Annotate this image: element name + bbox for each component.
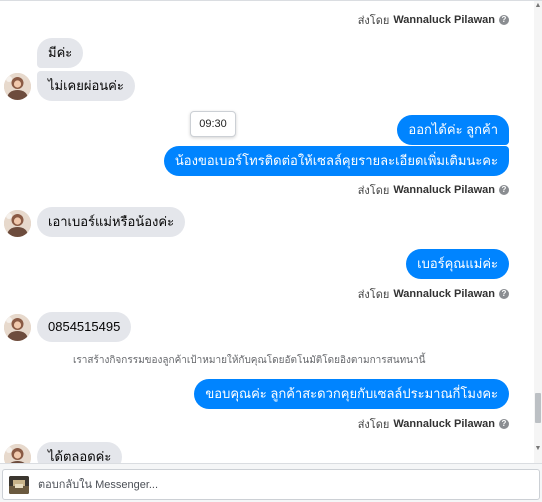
scrollbar-thumb[interactable] — [535, 393, 541, 423]
page-avatar — [9, 476, 29, 494]
outgoing-message[interactable]: ออกได้ค่ะ ลูกค้า — [397, 115, 509, 145]
outgoing-message[interactable]: เบอร์คุณแม่ค่ะ — [406, 249, 509, 279]
reply-box[interactable] — [2, 469, 540, 500]
outgoing-message[interactable]: ขอบคุณค่ะ ลูกค้าสะดวกคุยกับเซลล์ประมาณกี… — [194, 379, 509, 409]
sent-by-label: ส่งโดย Wannaluck Pilawan ? — [358, 415, 509, 433]
incoming-message[interactable]: มีค่ะ — [37, 38, 84, 68]
reply-bar — [0, 463, 542, 502]
help-icon[interactable]: ? — [499, 185, 509, 195]
outgoing-message[interactable]: น้องขอเบอร์โทรติดต่อให้เซลล์คุยรายละเอีย… — [163, 146, 509, 176]
timestamp-tooltip: 09:30 — [190, 111, 236, 137]
help-icon[interactable]: ? — [499, 15, 509, 25]
avatar[interactable] — [4, 73, 31, 100]
sent-by-label: ส่งโดย Wannaluck Pilawan ? — [358, 11, 509, 29]
incoming-message[interactable]: 0854515495 — [37, 312, 132, 342]
avatar[interactable] — [4, 444, 31, 463]
help-icon[interactable]: ? — [499, 289, 509, 299]
scroll-down-icon[interactable]: ▼ — [534, 444, 542, 454]
vertical-scrollbar[interactable]: ▲ ▼ — [534, 1, 542, 463]
incoming-message[interactable]: ได้ตลอดค่ะ — [37, 442, 123, 463]
sent-by-label: ส่งโดย Wannaluck Pilawan ? — [358, 181, 509, 199]
help-icon[interactable]: ? — [499, 419, 509, 429]
reply-input[interactable] — [38, 476, 518, 494]
avatar[interactable] — [4, 314, 31, 341]
incoming-message[interactable]: ไม่เคยผ่อนค่ะ — [37, 71, 135, 101]
conversation-panel[interactable]: ส่งโดย Wannaluck Pilawan ? มีค่ะ ไม่เคยผ… — [0, 0, 542, 463]
scroll-up-icon[interactable]: ▲ — [534, 1, 542, 11]
sent-by-label: ส่งโดย Wannaluck Pilawan ? — [358, 285, 509, 303]
incoming-message[interactable]: เอาเบอร์แม่หรือน้องค่ะ — [37, 207, 186, 237]
avatar[interactable] — [4, 210, 31, 237]
system-notice: เราสร้างกิจกรรมของลูกค้าเป้าหมายให้กับคุ… — [73, 355, 426, 366]
